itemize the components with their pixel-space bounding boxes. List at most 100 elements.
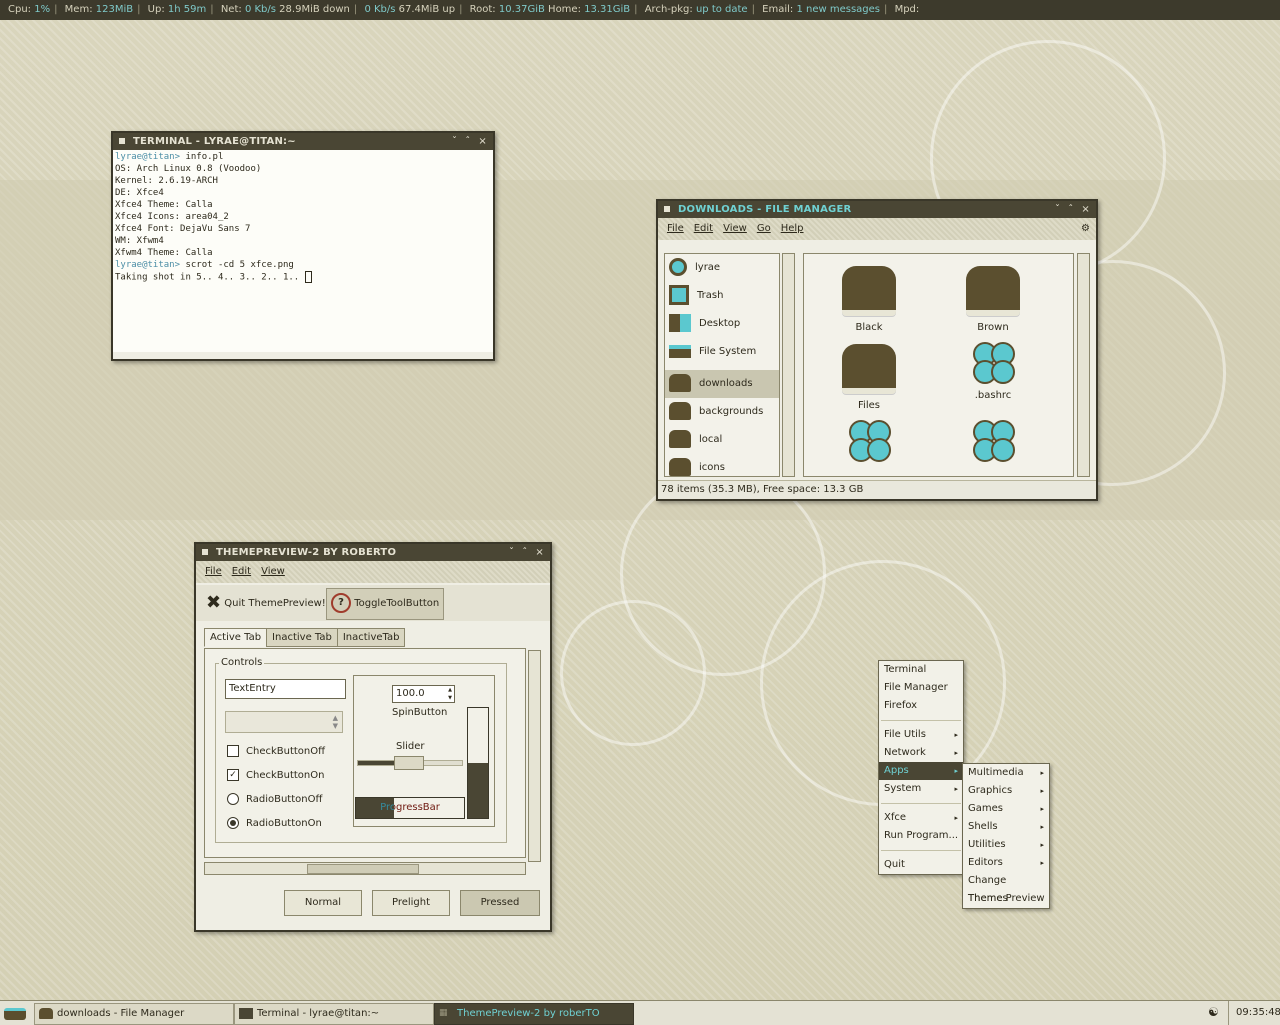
maximize-icon[interactable]: ˆ [522,547,527,558]
throbber-icon: ⚙ [1081,223,1090,234]
menu-item-multimedia[interactable]: Multimedia ▸ [963,764,1049,782]
menu-item-utilities[interactable]: Utilities ▸ [963,836,1049,854]
close-icon[interactable]: × [1081,204,1090,215]
place-trash[interactable]: Trash [665,282,779,310]
place-filesystem[interactable]: File System [665,338,779,366]
folder-icon [669,430,691,448]
menu-item-terminal[interactable]: Terminal [879,661,963,679]
place-desktop[interactable]: Desktop [665,310,779,338]
tab-inactive[interactable]: Inactive Tab [266,628,338,647]
menu-item-file-manager[interactable]: File Manager [879,679,963,697]
file-view-scrollbar[interactable] [1077,253,1090,477]
minimize-icon[interactable]: ˇ [509,547,514,558]
window-menu-icon[interactable] [119,138,125,144]
menu-item-system[interactable]: System ▸ [879,780,963,798]
file-item-black[interactable]: Black [809,266,929,333]
places-scrollbar[interactable] [782,253,795,477]
radio-button-off[interactable]: RadioButtonOff [227,793,322,805]
radio-button-on[interactable]: RadioButtonOn [227,817,322,829]
xfce-menu-icon[interactable] [4,1005,30,1021]
place-home[interactable]: lyrae [665,254,779,282]
menu-item-games[interactable]: Games ▸ [963,800,1049,818]
file-item[interactable] [933,418,1053,462]
menu-edit[interactable]: Edit [232,566,251,577]
tab-active[interactable]: Active Tab [204,628,268,647]
horizontal-scrollbar[interactable] [204,862,526,875]
window-menu-icon[interactable] [202,549,208,555]
file-item-files[interactable]: Files [809,344,929,411]
close-icon[interactable]: × [535,547,544,558]
net-in-total: 28.9MiB down [279,4,350,15]
menu-item-firefox[interactable]: Firefox [879,697,963,715]
normal-button[interactable]: Normal [284,890,362,916]
place-icons[interactable]: icons [665,454,779,476]
menu-item-shells[interactable]: Shells ▸ [963,818,1049,836]
pressed-button[interactable]: Pressed [460,890,540,916]
place-local[interactable]: local [665,426,779,454]
terminal-output[interactable]: lyrae@titan> info.pl OS: Arch Linux 0.8 (… [113,150,493,352]
spin-arrows-icon[interactable]: ▲ ▼ [448,686,452,702]
menu-item-theme-preview[interactable]: Theme Preview [963,890,1049,908]
checkbox[interactable] [227,745,239,757]
tab-inactive-2[interactable]: InactiveTab [336,628,406,647]
tray-icon[interactable]: ☯ [1208,1005,1219,1019]
menu-view[interactable]: View [723,223,747,234]
menu-edit[interactable]: Edit [694,223,713,234]
file-manager-titlebar[interactable]: DOWNLOADS - FILE MANAGER ˇ ˆ × [658,201,1096,218]
radio[interactable] [227,793,239,805]
close-icon[interactable]: × [478,136,487,147]
vertical-scrollbar[interactable] [528,650,541,862]
checkbox-checked[interactable]: ✓ [227,769,239,781]
menu-item-graphics[interactable]: Graphics ▸ [963,782,1049,800]
check-button-on[interactable]: ✓ CheckButtonOn [227,769,324,781]
maximize-icon[interactable]: ˆ [1068,204,1073,215]
file-view[interactable]: Black Brown Files .bashrc [803,253,1074,477]
menu-item-quit[interactable]: Quit [879,856,963,874]
minimize-icon[interactable]: ˇ [1055,204,1060,215]
task-file-manager[interactable]: downloads - File Manager [34,1003,234,1025]
check-button-off[interactable]: CheckButtonOff [227,745,325,757]
menu-file[interactable]: File [205,566,222,577]
task-terminal[interactable]: Terminal - lyrae@titan:~ [234,1003,434,1025]
menu-help[interactable]: Help [781,223,804,234]
radio-selected[interactable] [227,817,239,829]
toggle-tool-button[interactable]: ? ToggleToolButton [326,588,445,620]
menu-file[interactable]: File [667,223,684,234]
home-label: Home: [548,4,581,15]
terminal-line: DE: Xfce4 [115,187,491,199]
terminal-window[interactable]: TERMINAL - LYRAE@TITAN:~ ˇ ˆ × lyrae@titan… [111,131,495,361]
task-theme-preview[interactable]: ▦ ThemePreview-2 by roberTO [434,1003,634,1025]
text-entry[interactable]: TextEntry [225,679,346,699]
maximize-icon[interactable]: ˆ [465,136,470,147]
quit-button[interactable]: ✖ Quit ThemePreview! [202,588,330,618]
menu-item-editors[interactable]: Editors ▸ [963,854,1049,872]
slider-trough[interactable] [357,756,463,770]
theme-preview-window[interactable]: THEMEPREVIEW-2 BY ROBERTO ˇ ˆ × File Edit Vi… [194,542,552,932]
menu-item-run-program[interactable]: Run Program... [879,827,963,845]
scrollbar-thumb[interactable] [307,864,419,874]
theme-preview-titlebar[interactable]: THEMEPREVIEW-2 BY ROBERTO ˇ ˆ × [196,544,550,561]
place-downloads[interactable]: downloads [665,370,779,398]
terminal-titlebar[interactable]: TERMINAL - LYRAE@TITAN:~ ˇ ˆ × [113,133,493,150]
menu-item-xfce[interactable]: Xfce ▸ [879,809,963,827]
file-item-brown[interactable]: Brown [933,266,1053,333]
folder-icon [39,1008,53,1019]
terminal-text: OS: Arch Linux 0.8 (Voodoo) [115,164,262,174]
menu-view[interactable]: View [261,566,285,577]
menu-item-file-utils[interactable]: File Utils ▸ [879,726,963,744]
theme-preview-menubar: File Edit View [196,561,550,583]
menu-item-network[interactable]: Network ▸ [879,744,963,762]
menu-item-apps[interactable]: Apps ▸ [879,762,963,780]
minimize-icon[interactable]: ˇ [452,136,457,147]
slider-thumb[interactable] [394,756,424,770]
file-item-bashrc[interactable]: .bashrc [933,340,1053,401]
place-backgrounds[interactable]: backgrounds [665,398,779,426]
spin-button[interactable]: 100.0 ▲ ▼ [392,685,455,703]
file-manager-window[interactable]: DOWNLOADS - FILE MANAGER ˇ ˆ × File Edit Vie… [656,199,1098,501]
prelight-button[interactable]: Prelight [372,890,450,916]
menu-item-change-themes[interactable]: Change Themes [963,872,1049,904]
menu-go[interactable]: Go [757,223,771,234]
window-menu-icon[interactable] [664,206,670,212]
file-item[interactable] [809,418,929,462]
folder-icon [966,266,1020,316]
